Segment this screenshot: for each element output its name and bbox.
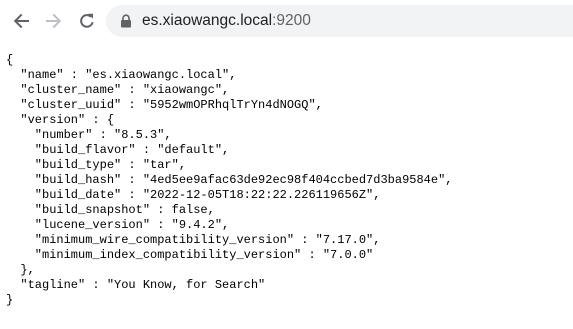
json-response-body: { "name" : "es.xiaowangc.local", "cluste… bbox=[6, 53, 452, 308]
json-line-cluster-uuid: "cluster_uuid" : "5952wmOPRhqlTrYn4dNOGQ… bbox=[6, 98, 323, 112]
back-arrow-icon bbox=[12, 12, 30, 30]
json-line-min-wire-version: "minimum_wire_compatibility_version" : "… bbox=[6, 233, 381, 247]
json-line-build-flavor: "build_flavor" : "default", bbox=[6, 143, 230, 157]
json-line-build-date: "build_date" : "2022-12-05T18:22:22.2261… bbox=[6, 188, 381, 202]
json-line-version-open: "version" : { bbox=[6, 113, 115, 127]
json-close-brace: } bbox=[6, 293, 14, 307]
json-line-build-hash: "build_hash" : "4ed5ee9afac63de92ec98f40… bbox=[6, 173, 453, 187]
json-line-name: "name" : "es.xiaowangc.local", bbox=[6, 68, 237, 82]
reload-button[interactable] bbox=[75, 9, 99, 33]
reload-icon bbox=[78, 12, 96, 30]
json-line-lucene-version: "lucene_version" : "9.4.2", bbox=[6, 218, 230, 232]
browser-toolbar: es.xiaowangc.local:9200 bbox=[0, 0, 573, 42]
address-bar[interactable]: es.xiaowangc.local:9200 bbox=[106, 5, 573, 37]
json-line-version-close: }, bbox=[6, 263, 35, 277]
url-port: :9200 bbox=[272, 12, 311, 29]
json-line-build-type: "build_type" : "tar", bbox=[6, 158, 187, 172]
url-host: es.xiaowangc.local bbox=[142, 12, 273, 29]
forward-button[interactable] bbox=[42, 9, 66, 33]
back-button[interactable] bbox=[9, 9, 33, 33]
forward-arrow-icon bbox=[45, 12, 63, 30]
json-line-tagline: "tagline" : "You Know, for Search" bbox=[6, 278, 266, 292]
lock-icon[interactable] bbox=[120, 14, 132, 28]
json-line-min-index-version: "minimum_index_compatibility_version" : … bbox=[6, 248, 374, 262]
url-text: es.xiaowangc.local:9200 bbox=[142, 12, 311, 30]
json-open-brace: { bbox=[6, 53, 14, 67]
json-line-number: "number" : "8.5.3", bbox=[6, 128, 172, 142]
json-line-cluster-name: "cluster_name" : "xiaowangc", bbox=[6, 83, 230, 97]
json-line-build-snapshot: "build_snapshot" : false, bbox=[6, 203, 215, 217]
